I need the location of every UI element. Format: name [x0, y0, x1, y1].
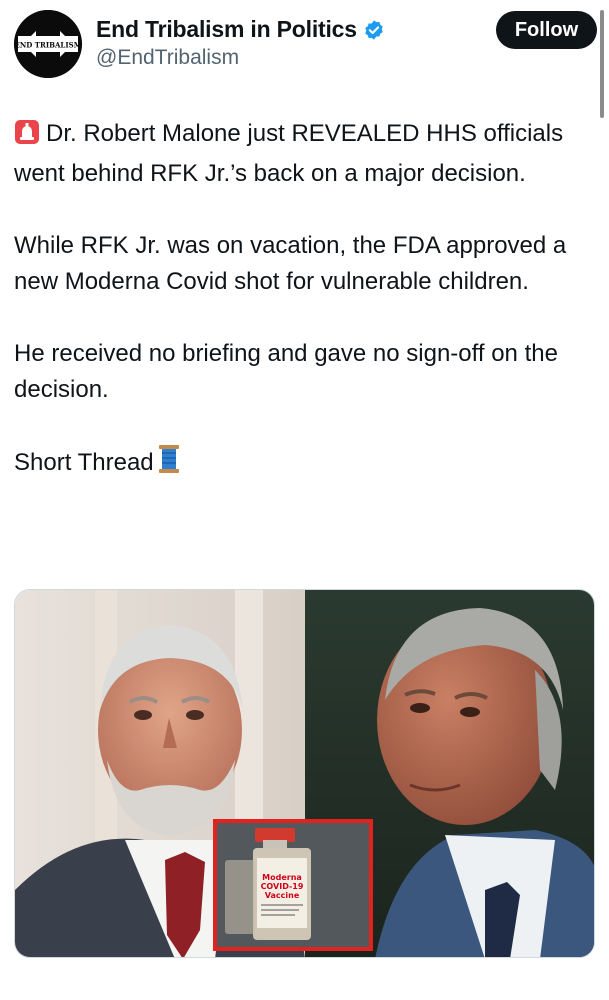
- tweet-media-image[interactable]: Moderna COVID-19 Vaccine: [14, 589, 595, 958]
- scrollbar[interactable]: [600, 10, 604, 118]
- tweet-text: Dr. Robert Malone just REVEALED HHS offi…: [14, 116, 596, 521]
- vial-label-line: COVID-19: [261, 882, 304, 891]
- vaccine-vial-inset: Moderna COVID-19 Vaccine: [213, 819, 373, 951]
- tweet-paragraph: Dr. Robert Malone just REVEALED HHS offi…: [14, 116, 596, 192]
- tweet-paragraph: Short Thread: [14, 444, 596, 485]
- author-display-name[interactable]: End Tribalism in Politics: [96, 16, 357, 43]
- avatar-logo-text: END TRIBALISM: [15, 41, 82, 50]
- tweet-paragraph: He received no briefing and gave no sign…: [14, 340, 558, 403]
- vial-label-line: Moderna: [262, 873, 302, 882]
- follow-button[interactable]: Follow: [496, 11, 597, 49]
- avatar[interactable]: END TRIBALISM: [14, 10, 82, 78]
- author-info: End Tribalism in Politics @EndTribalism: [96, 16, 385, 70]
- tweet-paragraph: While RFK Jr. was on vacation, the FDA a…: [14, 232, 567, 295]
- verified-badge-icon: [363, 19, 385, 41]
- author-handle[interactable]: @EndTribalism: [96, 46, 385, 70]
- thread-spool-emoji-icon: [158, 444, 180, 485]
- vial-label-line: Vaccine: [265, 891, 300, 900]
- tweet-paragraph-text: Short Thread: [14, 449, 154, 476]
- tweet-header: END TRIBALISM End Tribalism in Politics …: [14, 10, 597, 80]
- siren-emoji-icon: [14, 119, 40, 156]
- tweet-paragraph-text: Dr. Robert Malone just REVEALED HHS offi…: [14, 120, 564, 187]
